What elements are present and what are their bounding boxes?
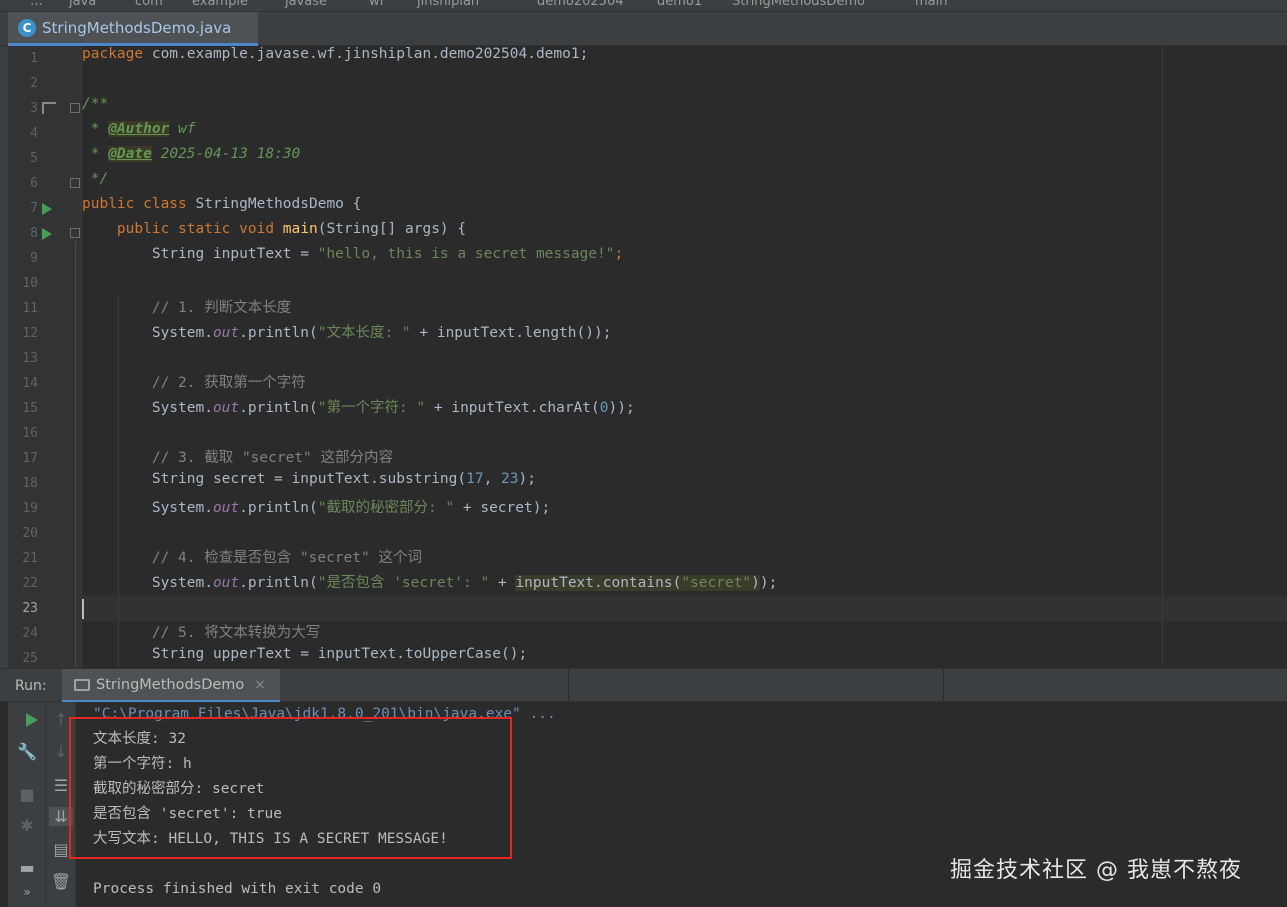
code-line-11: // 1. 判断文本长度 (82, 300, 292, 316)
breadcrumb-item[interactable]: java (69, 0, 96, 9)
code-line-6: */ (82, 171, 109, 187)
code-line-7: public class StringMethodsDemo { (82, 196, 362, 212)
code-line-4: * @Author wf (82, 121, 196, 137)
console-icon (74, 678, 90, 691)
editor-tab-stringmethodsdemo[interactable]: C StringMethodsDemo.java (8, 12, 258, 46)
breadcrumb-item[interactable]: jinshiplan (417, 0, 479, 9)
code-editor[interactable]: 1 2 3 4 5 6 7 8 9 10 11 12 13 14 15 16 17 18 19 20 21 22 23 24 2… (0, 46, 1287, 668)
more-chevron-icon[interactable]: » (15, 885, 39, 899)
code-line-14: // 2. 获取第一个字符 (82, 375, 306, 391)
run-class-icon[interactable] (42, 203, 52, 215)
right-margin-guide (1162, 46, 1163, 668)
class-c-icon: C (18, 18, 36, 37)
line-number: 25 (22, 651, 38, 666)
line-number: 17 (22, 451, 38, 466)
fold-range-line (75, 241, 76, 668)
breadcrumb-item[interactable]: StringMethodsDemo (732, 0, 865, 9)
breadcrumb-item[interactable]: example (192, 0, 248, 9)
run-tab-label: StringMethodsDemo (96, 676, 245, 693)
line-number: 16 (22, 426, 38, 441)
line-number: 12 (22, 326, 38, 341)
line-number: 22 (22, 576, 38, 591)
code-line-19: System.out.println("截取的秘密部分: " + secret)… (82, 500, 551, 516)
code-line-21: // 4. 检查是否包含 "secret" 这个词 (82, 550, 423, 566)
trash-icon[interactable]: 🗑 (49, 872, 73, 891)
fold-marker-icon[interactable] (70, 178, 80, 188)
code-line-5: * @Date 2025-04-13 18:30 (82, 146, 301, 162)
current-line-highlight (82, 596, 1287, 621)
watermark: 掘金技术社区 @ 我崽不熬夜 (950, 858, 1242, 883)
line-number: 9 (30, 251, 38, 266)
rerun-icon[interactable] (26, 713, 38, 727)
code-line-8: public static void main(String[] args) { (116, 221, 467, 237)
line-number: 18 (22, 476, 38, 491)
run-toolbar-left: 🔧 ■ ✱ ▬ » (8, 702, 46, 907)
line-number: 7 (30, 201, 38, 216)
line-number: 2 (30, 76, 38, 91)
warning-highlight: inputText.contains("secret") (515, 575, 760, 591)
code-line-24: // 5. 将文本转换为大写 (82, 625, 321, 641)
line-number: 3 (30, 101, 38, 116)
code-line-18: String secret = inputText.substring(17, … (82, 471, 536, 487)
line-number: 21 (22, 551, 38, 566)
layout-icon[interactable]: ▬ (15, 858, 39, 877)
line-number: 11 (22, 301, 38, 316)
line-number: 5 (30, 151, 38, 166)
line-number: 24 (22, 626, 38, 641)
wrench-icon[interactable]: 🔧 (15, 742, 39, 761)
code-line-25: String upperText = inputText.toUpperCase… (82, 646, 528, 662)
code-line-1: package com.example.javase.wf.jinshiplan… (82, 46, 589, 62)
editor-tab-bar: C StringMethodsDemo.java (0, 12, 1287, 46)
line-number: 4 (30, 126, 38, 141)
fold-marker-icon[interactable] (70, 228, 80, 238)
code-line-17: // 3. 截取 "secret" 这部分内容 (82, 450, 394, 466)
navigation-breadcrumb: … java com example javase wf jinshiplan demo202… (0, 0, 1287, 12)
run-main-icon[interactable] (42, 228, 52, 240)
editor-left-edge (0, 46, 8, 668)
breadcrumb-item[interactable]: javase (285, 0, 327, 9)
line-number: 23 (22, 601, 38, 616)
breadcrumb-item[interactable]: … (30, 0, 43, 9)
line-number: 6 (30, 176, 38, 191)
breadcrumb-item[interactable]: main (915, 0, 947, 9)
text-caret (82, 599, 84, 619)
code-line-22: System.out.println("是否包含 'secret': " + i… (82, 575, 778, 591)
breadcrumb-item[interactable]: wf (369, 0, 384, 9)
header-divider (568, 669, 569, 703)
breadcrumb-item[interactable]: demo202504 (537, 0, 624, 9)
console-exit-message: Process finished with exit code 0 (93, 881, 382, 897)
code-line-3: /** (82, 96, 109, 112)
breadcrumb-item[interactable]: com (135, 0, 163, 9)
code-line-9: String inputText = "hello, this is a sec… (82, 246, 624, 262)
javadoc-render-icon[interactable] (42, 102, 56, 114)
line-number: 15 (22, 401, 38, 416)
breadcrumb-item[interactable]: demo1 (657, 0, 702, 9)
line-number: 8 (30, 226, 38, 241)
line-number: 13 (22, 351, 38, 366)
fold-marker-icon[interactable] (70, 103, 80, 113)
stop-icon[interactable]: ■ (15, 785, 39, 804)
code-line-15: System.out.println("第一个字符: " + inputText… (82, 400, 635, 416)
line-number: 14 (22, 376, 38, 391)
run-toolwindow-header: Run: StringMethodsDemo × (0, 668, 1287, 703)
editor-tab-label: StringMethodsDemo.java (42, 18, 232, 37)
line-number: 1 (30, 51, 38, 66)
close-icon[interactable]: × (254, 677, 266, 693)
line-number: 10 (22, 276, 38, 291)
header-divider (943, 669, 944, 703)
code-line-12: System.out.println("文本长度: " + inputText.… (82, 325, 612, 341)
output-highlight-box (69, 717, 512, 859)
run-label: Run: (15, 678, 47, 694)
debug-bug-icon[interactable]: ✱ (15, 816, 39, 835)
run-tab-stringmethodsdemo[interactable]: StringMethodsDemo × (62, 669, 280, 703)
line-number: 20 (22, 526, 38, 541)
line-number: 19 (22, 501, 38, 516)
